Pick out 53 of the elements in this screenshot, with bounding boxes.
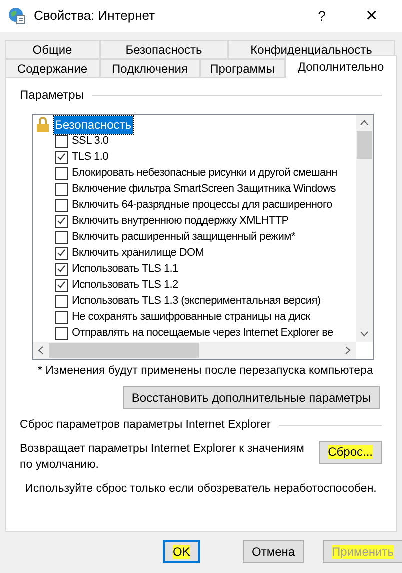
scrollbar-thumb[interactable] — [49, 343, 199, 358]
checkbox[interactable] — [55, 310, 68, 324]
option-label: Включить расширенный защищенный режим* — [72, 230, 296, 245]
horizontal-scrollbar[interactable] — [33, 342, 356, 359]
close-button[interactable]: × — [350, 1, 394, 31]
tab[interactable]: Подключения — [100, 59, 200, 78]
tab[interactable]: Дополнительно — [285, 55, 397, 78]
dialog-button[interactable]: OK — [163, 540, 200, 563]
settings-heading: Параметры — [20, 87, 84, 104]
tab[interactable]: Содержание — [5, 59, 100, 78]
checkbox[interactable] — [55, 294, 68, 308]
reset-warning: Используйте сброс только если обозреватель неработоспособен. — [24, 482, 378, 496]
window-title: Свойства: Интернет — [34, 7, 156, 26]
option-label: Не сохранять зашифрованные страницы на диск — [72, 310, 310, 325]
checkbox[interactable] — [55, 134, 68, 148]
help-button[interactable]: ? — [302, 6, 342, 26]
option-label: TLS 1.0 — [72, 150, 108, 165]
reset-button[interactable]: Сброс... — [319, 440, 382, 464]
dialog-button[interactable]: Отмена — [243, 540, 304, 563]
tree-group[interactable]: Безопасность — [54, 116, 133, 134]
tab[interactable]: Безопасность — [100, 40, 228, 59]
restore-defaults-button[interactable]: Восстановить дополнительные параметры — [122, 386, 380, 410]
option-label: Включить хранилище DOM — [72, 246, 204, 261]
vertical-scrollbar[interactable] — [356, 115, 373, 342]
checkbox[interactable] — [55, 262, 68, 276]
option-label: SSL 3.0 — [72, 134, 109, 149]
option-label: Включить 64-разрядные процессы для расширенного — [72, 198, 332, 213]
checkbox[interactable] — [55, 150, 68, 164]
checkmark-icon — [57, 153, 66, 161]
checkbox[interactable] — [55, 198, 68, 212]
checkbox[interactable] — [55, 214, 68, 228]
checkbox[interactable] — [55, 166, 68, 180]
lock-icon — [35, 117, 51, 133]
option-label: Включение фильтра SmartScreen Защитника Windows — [72, 182, 336, 197]
checkbox[interactable] — [55, 278, 68, 292]
globe-icon — [8, 7, 26, 25]
reset-description: Возвращает параметры Internet Explorer к значениям по умолчанию. — [20, 442, 306, 472]
option-label: Использовать TLS 1.2 — [72, 278, 178, 293]
option-label: Блокировать небезопасные рисунки и другой смешанн — [72, 166, 338, 181]
checkbox[interactable] — [55, 326, 68, 340]
option-label: Включить внутреннюю поддержку XMLHTTP — [72, 214, 289, 229]
checkbox[interactable] — [55, 246, 68, 260]
checkbox[interactable] — [55, 182, 68, 196]
option-label: Использовать TLS 1.3 (экспериментальная версия) — [72, 294, 321, 309]
scrollbar-thumb[interactable] — [357, 131, 372, 159]
tab[interactable]: Программы — [200, 59, 285, 78]
checkmark-icon — [57, 217, 66, 225]
reset-heading: Сброс параметров параметры Internet Explorer — [20, 418, 271, 434]
option-label: Использовать TLS 1.1 — [72, 262, 178, 277]
checkbox[interactable] — [55, 230, 68, 244]
restart-note: * Изменения будут применены после перезапуска компьютера — [38, 364, 374, 379]
tab[interactable]: Общие — [5, 40, 100, 59]
option-label: Отправлять на посещаемые через Internet Explorer ве — [72, 326, 334, 341]
